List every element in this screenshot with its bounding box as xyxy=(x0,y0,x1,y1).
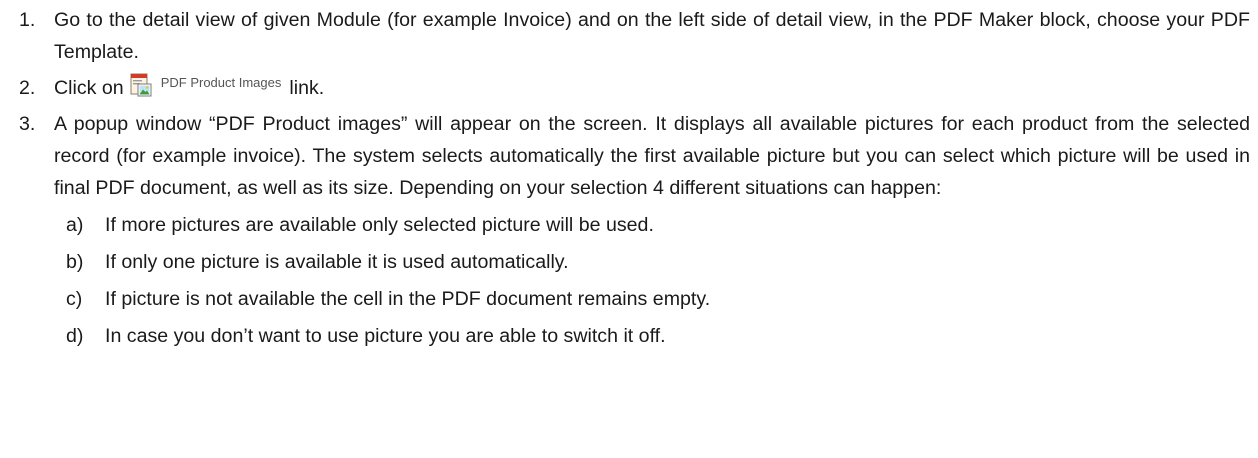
list-item-letter: b) xyxy=(66,251,84,273)
list-item-text: If only one picture is available it is u… xyxy=(105,251,569,273)
list-item: a) If more pictures are available only s… xyxy=(0,209,1258,241)
pdf-product-images-label: PDF Product Images xyxy=(160,75,282,90)
step-number: 2. xyxy=(19,77,36,99)
list-item-text: In case you don’t want to use picture yo… xyxy=(105,325,666,347)
step-2: 2. Click on PDF Product Images link. xyxy=(0,72,1258,104)
situations-list: a) If more pictures are available only s… xyxy=(0,209,1258,352)
step-text: Go to the detail view of given Module (f… xyxy=(54,9,1250,63)
list-item-text: If picture is not available the cell in … xyxy=(105,288,711,310)
instructions-document: 1. Go to the detail view of given Module… xyxy=(0,0,1258,352)
step-1: 1. Go to the detail view of given Module… xyxy=(0,4,1258,68)
step-3: 3. A popup window “PDF Product images” w… xyxy=(0,108,1258,204)
step-text: A popup window “PDF Product images” will… xyxy=(54,113,1250,199)
list-item: b) If only one picture is available it i… xyxy=(0,246,1258,278)
step-number: 1. xyxy=(19,9,36,31)
list-item-letter: d) xyxy=(66,325,84,347)
list-item-text: If more pictures are available only sele… xyxy=(105,214,654,236)
pdf-product-images-link[interactable]: PDF Product Images xyxy=(130,72,282,97)
list-item: c) If picture is not available the cell … xyxy=(0,283,1258,315)
list-item-letter: a) xyxy=(66,214,84,236)
step-text-before: Click on xyxy=(54,77,124,99)
step-number: 3. xyxy=(19,113,36,135)
pdf-image-icon xyxy=(130,73,152,97)
step-text-after: link. xyxy=(289,77,325,99)
list-item: d) In case you don’t want to use picture… xyxy=(0,320,1258,352)
list-item-letter: c) xyxy=(66,288,83,310)
